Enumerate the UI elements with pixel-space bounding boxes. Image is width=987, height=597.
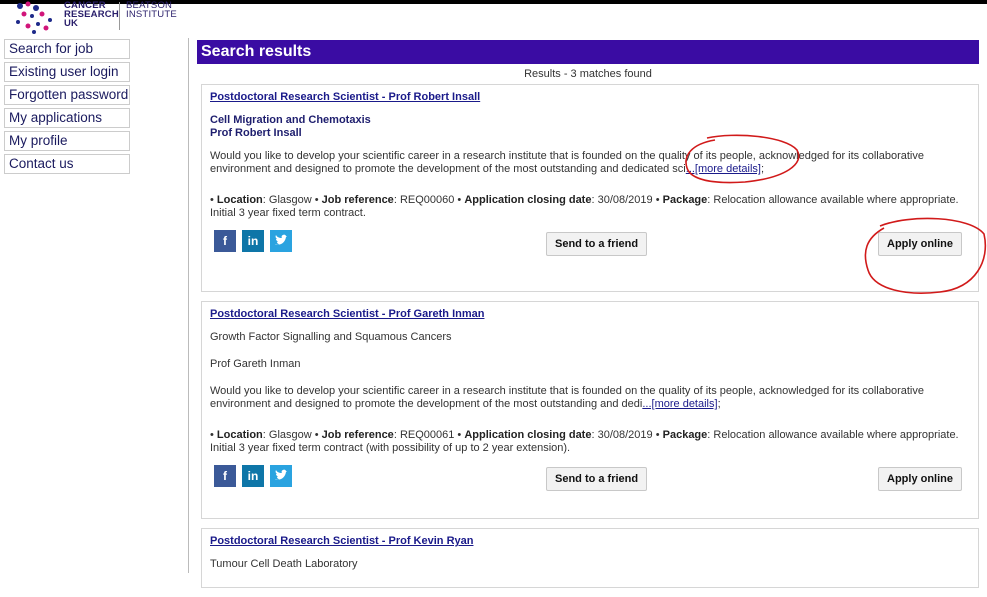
job-description-text: Would you like to develop your scientifi… <box>210 150 924 175</box>
send-to-friend-button[interactable]: Send to a friend <box>546 467 648 491</box>
job-card: Postdoctoral Research Scientist - Prof R… <box>201 84 979 292</box>
job-reference-label: Job reference <box>321 429 394 441</box>
closing-date-label: Application closing date <box>464 194 592 206</box>
job-description: Would you like to develop your scientifi… <box>210 385 924 410</box>
send-to-friend-button[interactable]: Send to a friend <box>546 232 648 256</box>
closing-date-value: 30/08/2019 <box>597 194 653 206</box>
sidebar-item-existing-user-login[interactable]: Existing user login <box>4 62 130 82</box>
sidebar: Search for job Existing user login Forgo… <box>0 38 189 573</box>
logo-icon <box>16 1 52 34</box>
job-actions: f in Send to a friend Apply online <box>210 461 970 505</box>
job-reference-value: REQ00060 <box>399 194 455 206</box>
twitter-icon[interactable] <box>270 465 292 487</box>
job-card: Postdoctoral Research Scientist - Prof G… <box>201 301 979 519</box>
job-card: Postdoctoral Research Scientist - Prof K… <box>201 528 979 588</box>
sidebar-item-my-applications[interactable]: My applications <box>4 108 130 128</box>
apply-online-button[interactable]: Apply online <box>878 467 962 491</box>
apply-online-button[interactable]: Apply online <box>878 232 962 256</box>
closing-date-value: 30/08/2019 <box>597 429 653 441</box>
job-meta: • Location: Glasgow • Job reference: REQ… <box>210 429 959 454</box>
job-meta: • Location: Glasgow • Job reference: REQ… <box>210 194 959 219</box>
job-reference-value: REQ00061 <box>399 429 455 441</box>
facebook-icon[interactable]: f <box>214 230 236 252</box>
location-value: Glasgow <box>268 429 312 441</box>
logo-divider <box>119 2 120 30</box>
page-title: Search results <box>197 40 979 64</box>
location-value: Glasgow <box>268 194 312 206</box>
linkedin-icon[interactable]: in <box>242 230 264 252</box>
job-title-link[interactable]: Postdoctoral Research Scientist - Prof R… <box>210 91 480 104</box>
package-label: Package <box>662 194 708 206</box>
results-count: Results - 3 matches found <box>524 68 652 80</box>
logo-text-cruk: CANCER RESEARCH UK <box>64 0 119 29</box>
logo-text-beatson: BEATSON INSTITUTE <box>126 0 177 20</box>
linkedin-icon[interactable]: in <box>242 465 264 487</box>
job-subtitle: Cell Migration and Chemotaxis <box>210 114 371 126</box>
job-reference-label: Job reference <box>321 194 394 206</box>
sidebar-item-search-for-job[interactable]: Search for job <box>4 39 130 59</box>
main-content: Search results Results - 3 matches found… <box>197 40 979 597</box>
job-supervisor: Prof Gareth Inman <box>210 358 301 370</box>
sidebar-item-forgotten-password[interactable]: Forgotten password <box>4 85 130 105</box>
job-description-text: Would you like to develop your scientifi… <box>210 385 924 410</box>
job-description: Would you like to develop your scientifi… <box>210 150 924 175</box>
location-label: Location <box>216 429 263 441</box>
location-label: Location <box>216 194 263 206</box>
sidebar-item-my-profile[interactable]: My profile <box>4 131 130 151</box>
package-label: Package <box>662 429 708 441</box>
closing-date-label: Application closing date <box>464 429 592 441</box>
sidebar-item-contact-us[interactable]: Contact us <box>4 154 130 174</box>
logo[interactable]: CANCER RESEARCH UK BEATSON INSTITUTE <box>10 0 180 36</box>
job-supervisor: Prof Robert Insall <box>210 127 302 139</box>
job-subtitle: Growth Factor Signalling and Squamous Ca… <box>210 331 452 343</box>
facebook-icon[interactable]: f <box>214 465 236 487</box>
job-subtitle: Tumour Cell Death Laboratory <box>210 558 358 570</box>
more-details-link[interactable]: ...[more details] <box>642 398 717 410</box>
job-title-link[interactable]: Postdoctoral Research Scientist - Prof K… <box>210 535 473 548</box>
job-title-link[interactable]: Postdoctoral Research Scientist - Prof G… <box>210 308 484 321</box>
more-details-link[interactable]: ...[more details] <box>686 163 761 175</box>
twitter-icon[interactable] <box>270 230 292 252</box>
job-actions: f in Send to a friend Apply online <box>210 226 970 270</box>
